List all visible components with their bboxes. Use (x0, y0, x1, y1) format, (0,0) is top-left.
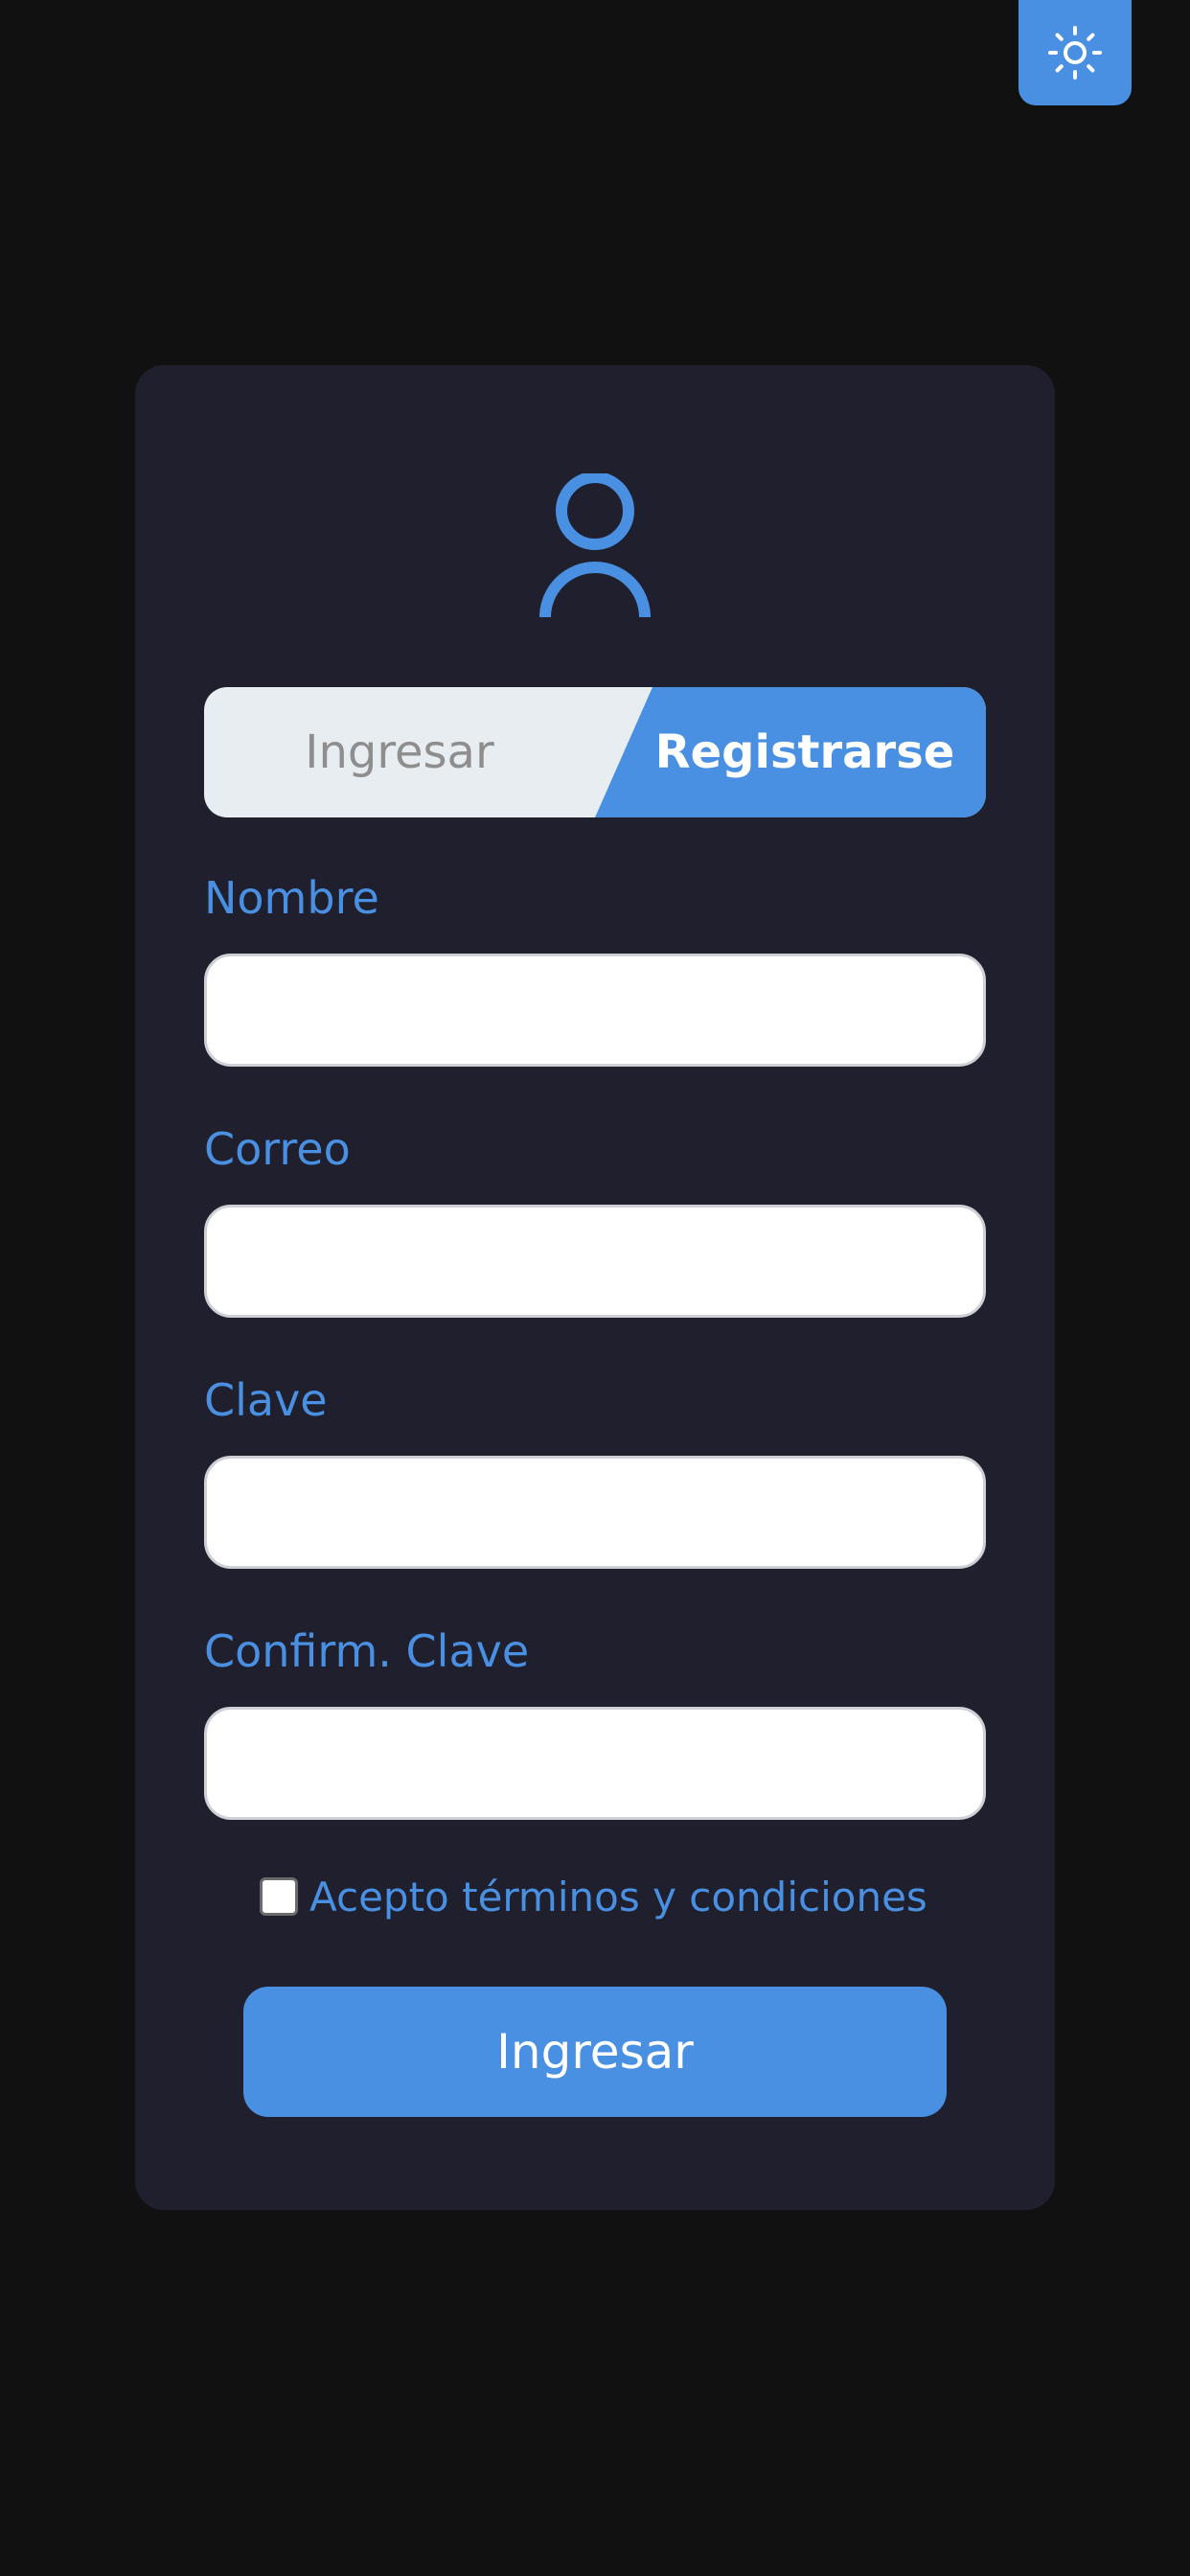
name-label: Nombre (204, 872, 379, 924)
terms-row: Acepto términos y condiciones (260, 1868, 927, 1925)
password-label: Clave (204, 1374, 328, 1426)
terms-checkbox[interactable] (260, 1877, 298, 1916)
tab-login[interactable]: Ingresar (204, 687, 595, 817)
email-label: Correo (204, 1123, 351, 1175)
sun-icon (1048, 26, 1102, 80)
page: Ingresar Registrarse Nombre Correo Clave… (0, 0, 1190, 2576)
auth-card: Ingresar Registrarse Nombre Correo Clave… (135, 365, 1055, 2210)
avatar (135, 473, 1055, 627)
auth-tabs: Ingresar Registrarse (204, 687, 986, 817)
confirm-password-label: Confirm. Clave (204, 1625, 530, 1677)
name-field[interactable] (204, 954, 986, 1067)
email-field[interactable] (204, 1205, 986, 1318)
confirm-password-field[interactable] (204, 1707, 986, 1820)
user-icon (539, 473, 651, 618)
theme-toggle-button[interactable] (1018, 0, 1132, 105)
tab-register[interactable]: Registrarse (595, 687, 986, 817)
submit-button[interactable]: Ingresar (243, 1987, 947, 2117)
terms-label[interactable]: Acepto términos y condiciones (309, 1874, 927, 1920)
password-field[interactable] (204, 1456, 986, 1569)
